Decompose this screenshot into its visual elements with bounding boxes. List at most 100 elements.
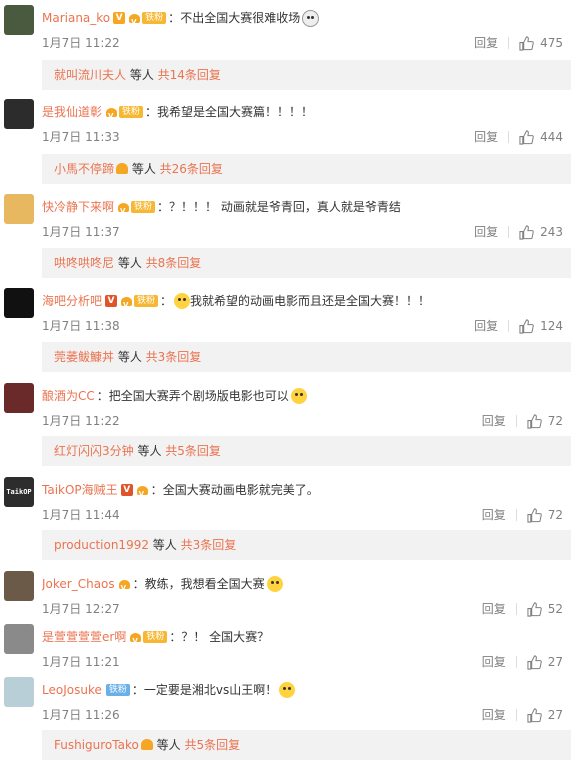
avatar-logo-text: TaikOP [6,488,32,496]
avatar[interactable] [4,624,34,654]
reply-button[interactable]: 回复 [474,318,498,334]
sub-reply-count-link[interactable]: 共5条回复 [184,738,240,752]
reply-button[interactable]: 回复 [474,35,498,51]
avatar[interactable] [4,677,34,707]
divider [515,509,517,521]
avatar[interactable]: TaikOP [4,477,34,507]
sub-reply-user[interactable]: FushiguroTako [54,738,139,752]
comment-actions: 回复 27 [482,707,563,723]
sub-replies-bar: 哄咚哄咚尼 等人 共8条回复 [42,248,571,278]
username-link[interactable]: 海吧分析吧 [42,292,102,310]
avatar[interactable] [4,194,34,224]
vip-crown-icon [118,578,131,593]
colon: ： [150,483,163,497]
like-button[interactable]: 27 [527,707,563,723]
username-link[interactable]: TaikOP海贼王 [42,481,118,499]
username-link[interactable]: LeoJosuke [42,681,102,699]
sub-reply-count-link[interactable]: 共8条回复 [146,256,202,270]
like-button[interactable]: 27 [527,654,563,670]
comment-header: 酿酒为CC ： 把全国大赛弄个剧场版电影也可以 [42,387,571,405]
verified-v-icon: V [120,484,133,496]
sub-reply-count-link[interactable]: 共5条回复 [165,444,221,458]
comment-time: 1月7日 11:33 [42,130,120,144]
fan-badge: 铁粉 [142,12,167,24]
avatar[interactable] [4,288,34,318]
colon: ： [169,630,182,644]
sub-reply-user[interactable]: 就叫流川夫人 [54,68,126,82]
avatar[interactable] [4,5,34,35]
comment-text: 全国大赛动画电影就完美了。 [162,483,319,497]
reply-button[interactable]: 回复 [474,129,498,145]
sub-reply-count-link[interactable]: 共3条回复 [181,538,237,552]
comment-actions: 回复 475 [474,35,563,51]
like-button[interactable]: 72 [527,413,563,429]
comment-text: ？！！！ 动画就是爷青回，真人就是爷青结 [169,200,401,214]
like-count: 52 [547,602,563,616]
sub-reply-user[interactable]: production1992 [54,538,149,552]
reply-button[interactable]: 回复 [482,507,506,523]
fan-badge: 铁粉 [131,201,156,213]
avatar[interactable] [4,99,34,129]
shocked-emoji-icon [279,682,296,698]
colon: ： [132,577,145,591]
sub-reply-count-link[interactable]: 共14条回复 [158,68,221,82]
reply-button[interactable]: 回复 [482,654,506,670]
like-button[interactable]: 124 [519,318,563,334]
like-button[interactable]: 52 [527,601,563,617]
reply-button[interactable]: 回复 [482,601,506,617]
username-link[interactable]: 是萱萱萱萱er啊 [42,628,126,646]
sub-reply-user[interactable]: 哄咚哄咚尼 [54,256,114,270]
like-count: 27 [547,655,563,669]
reply-button[interactable]: 回复 [482,413,506,429]
like-count: 27 [547,708,563,722]
divider [508,320,510,332]
username-link[interactable]: Joker_Chaos [42,575,115,593]
comment-text: 把全国大赛弄个剧场版电影也可以 [108,389,289,403]
sub-reply-text: 等人 [114,350,146,364]
comment-actions: 回复 27 [482,654,563,670]
like-button[interactable]: 72 [527,507,563,523]
comment-header: Mariana_ko V 铁粉 ： 不出全国大赛很难收场 [42,9,571,27]
avatar[interactable] [4,383,34,413]
sub-reply-user[interactable]: 莞萎鲅鱇丼 [54,350,114,364]
verified-v-icon: V [105,295,118,307]
comment-text: 我就希望的动画电影而且还是全国大赛！！！ [190,294,431,308]
crying-emoji-icon [266,576,283,592]
like-button[interactable]: 243 [519,224,563,240]
username-link[interactable]: 快冷静下来啊 [42,198,114,216]
sub-reply-user[interactable]: 小馬不停蹄 [54,162,114,176]
like-button[interactable]: 444 [519,129,563,145]
sub-reply-text: 等人 [128,162,160,176]
reply-button[interactable]: 回复 [482,707,506,723]
sub-reply-text: 等人 [133,444,166,458]
comment-actions: 回复 72 [482,413,563,429]
comment-header: Joker_Chaos ： 教练，我想看全国大赛 [42,575,571,593]
username-link[interactable]: 是我仙道彰 [42,103,102,121]
vip-crown-icon [136,484,149,499]
comment-header: 快冷静下来啊 铁粉 ： ？！！！ 动画就是爷青回，真人就是爷青结 [42,198,571,216]
sub-reply-count-link[interactable]: 共26条回复 [160,162,223,176]
comment-time: 1月7日 11:26 [42,708,120,722]
sub-reply-count-link[interactable]: 共3条回复 [146,350,202,364]
thumbs-up-icon [519,35,534,51]
avatar[interactable] [4,571,34,601]
comment-text: 不出全国大赛很难收场 [180,11,301,25]
username-link[interactable]: 酿酒为CC [42,387,95,405]
username-link[interactable]: Mariana_ko [42,9,110,27]
like-button[interactable]: 475 [519,35,563,51]
thumbs-up-icon [519,224,534,240]
divider [515,603,517,615]
colon: ： [145,105,158,119]
thumbs-up-icon [527,654,542,670]
thumbs-up-icon [527,707,542,723]
sub-reply-user[interactable]: 红灯闪闪3分钟 [54,444,134,458]
comment-text: 教练，我想看全国大赛 [144,577,265,591]
crying-emoji-icon [302,9,320,27]
colon: ： [157,200,170,214]
colon: ： [96,389,109,403]
like-count: 72 [547,414,563,428]
verified-v-icon: V [113,12,126,24]
divider [515,656,517,668]
thumbs-up-icon [527,507,542,523]
reply-button[interactable]: 回复 [474,224,498,240]
